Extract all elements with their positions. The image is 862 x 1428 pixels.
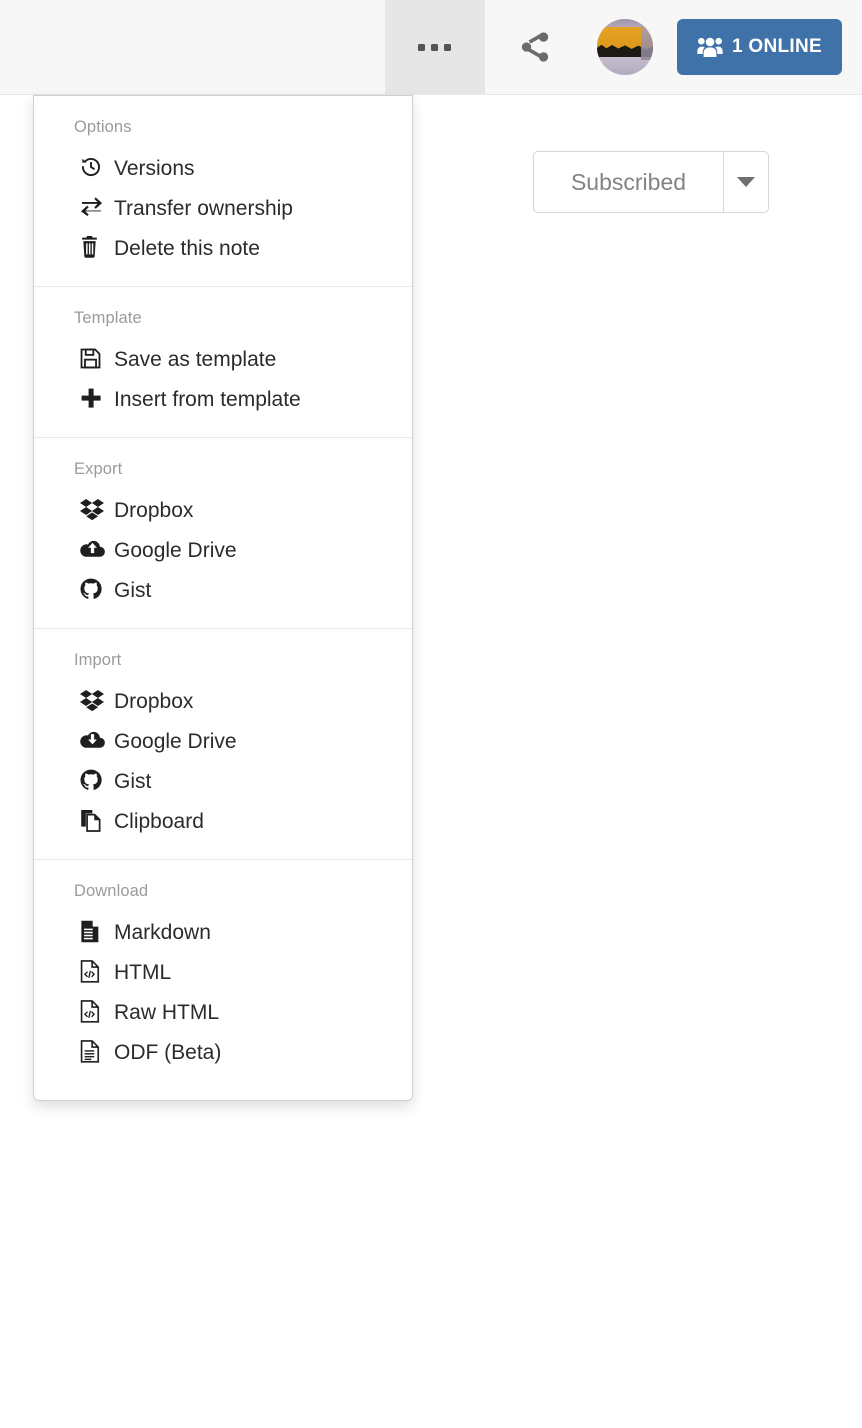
menu-item-label: Transfer ownership bbox=[114, 196, 293, 220]
menu-section-options: Options Versions Transfer ownership Dele… bbox=[34, 96, 412, 286]
menu-item-delete-note[interactable]: Delete this note bbox=[34, 227, 412, 267]
top-header-bar: 1 ONLINE bbox=[0, 0, 862, 95]
menu-item-save-as-template[interactable]: Save as template bbox=[34, 338, 412, 378]
menu-item-import-google-drive[interactable]: Google Drive bbox=[34, 720, 412, 760]
menu-item-import-gist[interactable]: Gist bbox=[34, 760, 412, 800]
file-lines-solid-icon bbox=[80, 920, 114, 943]
subscribed-label: Subscribed bbox=[570, 168, 687, 195]
more-options-button[interactable] bbox=[384, 0, 485, 94]
menu-item-import-clipboard[interactable]: Clipboard bbox=[34, 800, 412, 840]
section-title-options: Options bbox=[74, 118, 132, 136]
dropbox-icon bbox=[80, 498, 114, 520]
chevron-down-icon bbox=[737, 177, 755, 187]
users-icon bbox=[697, 36, 723, 58]
menu-item-label: Gist bbox=[114, 769, 152, 793]
menu-section-download: Download Markdown HTML Raw HTML ODF (Bet… bbox=[34, 859, 412, 1090]
menu-item-label: Raw HTML bbox=[114, 1000, 220, 1024]
share-icon bbox=[518, 30, 552, 64]
section-title-export: Export bbox=[74, 460, 123, 478]
menu-item-transfer-ownership[interactable]: Transfer ownership bbox=[34, 187, 412, 227]
online-users-button[interactable]: 1 ONLINE bbox=[676, 19, 842, 75]
menu-item-download-odf[interactable]: ODF (Beta) bbox=[34, 1031, 412, 1071]
avatar bbox=[596, 19, 653, 75]
section-title-template: Template bbox=[74, 309, 142, 327]
menu-item-download-markdown[interactable]: Markdown bbox=[34, 911, 412, 951]
subscribe-split-button: Subscribed bbox=[533, 151, 769, 213]
menu-item-label: Insert from template bbox=[114, 387, 301, 411]
menu-item-label: Google Drive bbox=[114, 729, 237, 753]
share-button[interactable] bbox=[485, 0, 585, 94]
menu-item-label: Google Drive bbox=[114, 538, 237, 562]
section-title-import: Import bbox=[74, 651, 122, 669]
clipboard-copy-icon bbox=[80, 809, 114, 832]
github-icon bbox=[80, 769, 114, 791]
menu-item-export-dropbox[interactable]: Dropbox bbox=[34, 489, 412, 529]
file-code-icon bbox=[80, 959, 114, 983]
subscribe-dropdown-toggle[interactable] bbox=[723, 152, 768, 212]
menu-item-download-html[interactable]: HTML bbox=[34, 951, 412, 991]
menu-section-export: Export Dropbox Google Drive Gist bbox=[34, 437, 412, 628]
menu-item-download-raw-html[interactable]: Raw HTML bbox=[34, 991, 412, 1031]
cloud-upload-icon bbox=[80, 539, 114, 559]
ellipsis-icon bbox=[418, 43, 452, 51]
online-count-label: 1 ONLINE bbox=[731, 36, 822, 57]
menu-item-label: ODF (Beta) bbox=[114, 1040, 222, 1064]
menu-item-label: Versions bbox=[114, 156, 195, 180]
header-spacer bbox=[0, 0, 385, 94]
menu-section-import: Import Dropbox Google Drive Gist Clipboa… bbox=[34, 628, 412, 859]
menu-item-label: HTML bbox=[114, 960, 172, 984]
menu-item-label: Markdown bbox=[114, 920, 211, 944]
menu-item-export-google-drive[interactable]: Google Drive bbox=[34, 529, 412, 569]
menu-item-label: Dropbox bbox=[114, 689, 194, 713]
more-options-dropdown-menu: Options Versions Transfer ownership Dele… bbox=[33, 95, 413, 1101]
user-avatar-button[interactable] bbox=[585, 0, 665, 94]
plus-icon bbox=[80, 387, 114, 409]
menu-item-insert-from-template[interactable]: Insert from template bbox=[34, 378, 412, 418]
subscribed-button[interactable]: Subscribed bbox=[534, 152, 723, 212]
floppy-disk-icon bbox=[80, 348, 114, 369]
dropbox-icon bbox=[80, 689, 114, 711]
menu-item-label: Save as template bbox=[114, 347, 277, 371]
trash-icon bbox=[80, 236, 114, 258]
menu-item-export-gist[interactable]: Gist bbox=[34, 569, 412, 609]
section-title-download: Download bbox=[74, 882, 149, 900]
github-icon bbox=[80, 578, 114, 600]
menu-item-label: Dropbox bbox=[114, 498, 194, 522]
menu-item-versions[interactable]: Versions bbox=[34, 147, 412, 187]
file-code-icon bbox=[80, 999, 114, 1023]
exchange-arrows-icon bbox=[80, 197, 114, 217]
menu-item-import-dropbox[interactable]: Dropbox bbox=[34, 680, 412, 720]
cloud-download-icon bbox=[80, 730, 114, 750]
menu-section-template: Template Save as template Insert from te… bbox=[34, 286, 412, 437]
menu-item-label: Gist bbox=[114, 578, 152, 602]
menu-item-label: Clipboard bbox=[114, 809, 204, 833]
history-icon bbox=[80, 156, 114, 178]
file-lines-icon bbox=[80, 1039, 114, 1063]
menu-item-label: Delete this note bbox=[114, 236, 260, 260]
